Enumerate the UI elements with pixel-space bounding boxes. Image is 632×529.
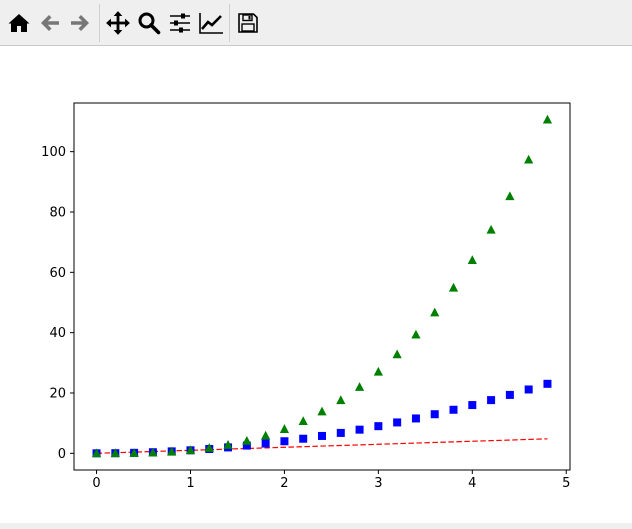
blue-square-marker	[299, 434, 308, 443]
blue-square-marker	[393, 418, 402, 427]
green-triangle-marker	[298, 416, 308, 425]
back-button[interactable]	[35, 7, 65, 39]
edit-axes-button[interactable]	[196, 7, 226, 39]
green-triangle-marker	[336, 395, 346, 405]
blue-square-marker	[336, 428, 345, 437]
green-triangle-marker	[524, 154, 534, 164]
blue-square-marker	[261, 439, 270, 448]
green-triangle-marker	[317, 406, 327, 416]
green-triangle-marker	[242, 435, 252, 445]
green-triangle-marker	[505, 191, 515, 201]
configure-subplots-button[interactable]	[165, 7, 195, 39]
green-triangle-marker	[411, 329, 421, 339]
pan-button[interactable]	[103, 7, 133, 39]
green-triangle-marker	[486, 224, 496, 234]
home-icon	[8, 14, 30, 32]
figure-canvas[interactable]: 0 1 2 3 4 5 0 20 40 60 80 100	[0, 47, 632, 523]
blue-square-marker	[280, 437, 289, 446]
blue-square-marker	[487, 396, 496, 405]
arrow-left-icon	[41, 15, 59, 31]
green-triangle-marker	[430, 307, 440, 317]
floppy-disk-icon	[238, 13, 258, 33]
x-tick-label: 3	[374, 476, 382, 491]
x-tick-label: 4	[468, 476, 476, 491]
save-button[interactable]	[233, 7, 263, 39]
blue-square-marker	[468, 401, 477, 410]
green-triangle-marker	[542, 114, 553, 124]
line-chart-icon	[199, 13, 223, 34]
green-triangle-marker	[354, 382, 365, 391]
x-tick-label: 1	[186, 476, 194, 491]
forward-button[interactable]	[65, 7, 95, 39]
status-bar	[0, 523, 632, 529]
blue-square-marker	[411, 414, 420, 423]
x-tick-label: 2	[280, 476, 288, 491]
toolbar	[0, 0, 632, 46]
home-button[interactable]	[4, 7, 34, 39]
magnifier-icon	[138, 12, 161, 35]
y-tick-label: 40	[49, 326, 66, 341]
move-icon	[106, 11, 130, 35]
scatter-chart: 0 1 2 3 4 5 0 20 40 60 80 100	[41, 102, 571, 491]
blue-square-marker	[374, 422, 383, 431]
series-line-red-dashed	[96, 438, 548, 454]
blue-square-marker	[318, 431, 326, 440]
zoom-button[interactable]	[134, 7, 164, 39]
y-tick-label: 80	[49, 205, 66, 220]
y-tick-label: 100	[41, 145, 66, 160]
green-triangle-marker	[448, 282, 459, 292]
blue-square-marker	[505, 390, 514, 399]
blue-square-marker	[543, 379, 552, 388]
y-tick-label: 0	[58, 447, 66, 462]
green-triangle-marker	[467, 255, 477, 265]
arrow-right-icon	[71, 15, 89, 31]
y-tick-label: 20	[49, 386, 66, 401]
blue-square-marker	[524, 385, 533, 394]
blue-square-marker	[449, 405, 458, 414]
toolbar-separator	[99, 4, 100, 42]
blue-square-marker	[430, 410, 439, 419]
x-tick-label: 5	[562, 476, 570, 491]
blue-square-marker	[355, 425, 364, 434]
green-triangle-marker	[373, 366, 383, 376]
green-triangle-marker	[261, 430, 271, 440]
green-triangle-marker	[279, 424, 290, 433]
toolbar-separator	[229, 4, 230, 42]
green-triangle-marker	[392, 349, 402, 359]
sliders-icon	[170, 13, 190, 33]
x-tick-label: 0	[92, 476, 100, 491]
y-tick-label: 60	[49, 266, 66, 281]
